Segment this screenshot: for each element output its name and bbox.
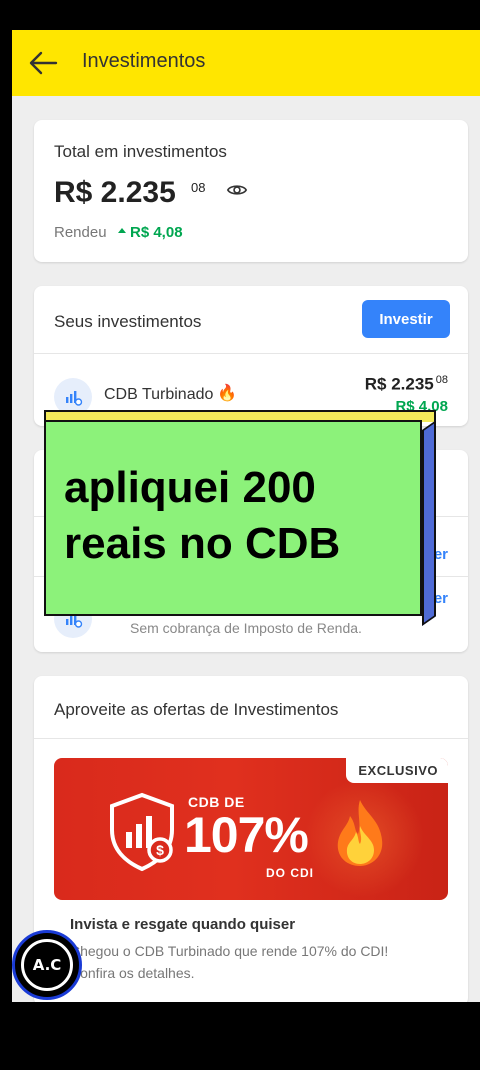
section-title: Aproveite as ofertas de Investimentos — [54, 700, 339, 719]
rendeu-value: R$ 4,08 — [130, 224, 183, 241]
investment-value-main: R$ 2.235 — [364, 374, 434, 394]
investir-button[interactable]: Investir — [362, 300, 450, 338]
section-title: Seus investimentos — [54, 312, 202, 331]
investment-name: CDB Turbinado — [104, 386, 214, 403]
total-card: Total em investimentos R$ 2.235 08 Rende… — [34, 120, 468, 262]
investment-value: R$ 2.235 08 — [365, 374, 448, 395]
back-arrow-icon[interactable] — [28, 50, 58, 76]
logo-text: A.C — [32, 956, 62, 974]
total-value: R$ 2.235 — [54, 176, 176, 209]
total-cents: 08 — [191, 180, 206, 195]
rendeu-label: Rendeu — [54, 224, 107, 241]
promo-rate: 107% — [184, 807, 309, 863]
eye-icon[interactable] — [226, 179, 248, 201]
product-subtitle: Sem cobrança de Imposto de Renda. — [130, 620, 362, 636]
promo-description: Chegou o CDB Turbinado que rende 107% do… — [70, 943, 389, 981]
total-label: Total em investimentos — [54, 142, 227, 161]
shield-chart-icon: $ — [110, 792, 174, 872]
divider — [34, 738, 468, 739]
svg-text:$: $ — [156, 842, 164, 858]
overlay-line-2: reais no CDB — [64, 519, 341, 568]
up-triangle-icon — [118, 228, 126, 233]
channel-logo: A.C — [12, 930, 82, 1000]
overlay-line-1: apliquei 200 — [64, 463, 316, 512]
investment-value-cents: 08 — [435, 374, 448, 386]
your-investments-card: Seus investimentos Investir CDB Turbinad… — [34, 286, 468, 426]
fire-icon: 🔥 — [217, 385, 237, 402]
logo-ring: A.C — [21, 939, 73, 991]
page-title: Investimentos — [82, 50, 206, 72]
offers-card: Aproveite as ofertas de Investimentos EX… — [34, 676, 468, 1002]
caption-overlay: apliquei 200 reais no CDB — [44, 410, 436, 626]
app-bar: Investimentos — [12, 30, 480, 96]
promo-banner[interactable]: EXCLUSIVO $ CDB DE 107% DO CDI — [54, 758, 448, 900]
fire-icon — [337, 800, 383, 866]
overlay-front-face: apliquei 200 reais no CDB — [44, 420, 422, 616]
overlay-side-face — [422, 420, 436, 626]
overlay-text: apliquei 200 reais no CDB — [64, 460, 340, 572]
promo-headline: Invista e resgate quando quiser — [70, 916, 296, 933]
exclusive-badge: EXCLUSIVO — [346, 758, 448, 783]
promo-do-cdi: DO CDI — [266, 866, 314, 880]
